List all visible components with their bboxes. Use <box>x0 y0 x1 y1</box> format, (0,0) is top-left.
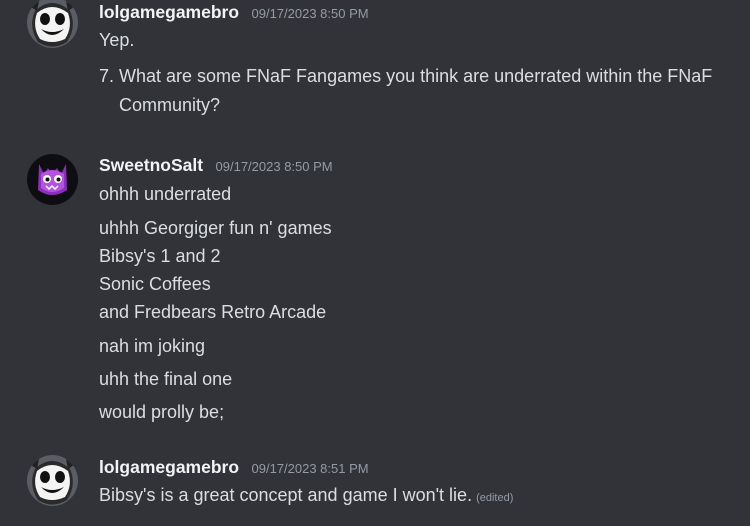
ghost-avatar-icon[interactable] <box>27 0 78 48</box>
message-line: Bibsy's 1 and 2 <box>99 246 221 266</box>
message-line: and Fredbears Retro Arcade <box>99 302 327 322</box>
message-line: uhhh Georgiger fun n' games <box>99 218 332 238</box>
message-line: Bibsy's is a great concept and game I wo… <box>99 485 513 506</box>
message-line: Yep. <box>99 30 135 50</box>
message-line: uhh the final one <box>99 369 233 389</box>
message-timestamp[interactable]: 09/17/2023 8:50 PM <box>216 159 333 174</box>
message-text: Bibsy's is a great concept and game I wo… <box>99 485 473 505</box>
message-line: would prolly be; <box>99 402 225 422</box>
message-line: ohhh underrated <box>99 184 232 204</box>
message-timestamp[interactable]: 09/17/2023 8:51 PM <box>252 461 369 476</box>
ghost-avatar-icon[interactable] <box>27 455 78 506</box>
author-name[interactable]: lolgamegamebro <box>99 457 239 477</box>
purple-creature-avatar-icon[interactable] <box>27 154 78 205</box>
chat-view: { "messages": [ { "author": "lolgamegame… <box>0 0 750 526</box>
author-name[interactable]: SweetnoSalt <box>99 155 203 175</box>
edited-label: (edited) <box>476 492 514 504</box>
message-timestamp[interactable]: 09/17/2023 8:50 PM <box>252 6 369 21</box>
list-item-text: What are some FNaF Fangames you think ar… <box>119 66 713 115</box>
author-name[interactable]: lolgamegamebro <box>99 2 239 22</box>
list-number: 7. <box>99 66 115 86</box>
message-line: Sonic Coffees <box>99 274 211 294</box>
message-line: nah im joking <box>99 336 206 356</box>
